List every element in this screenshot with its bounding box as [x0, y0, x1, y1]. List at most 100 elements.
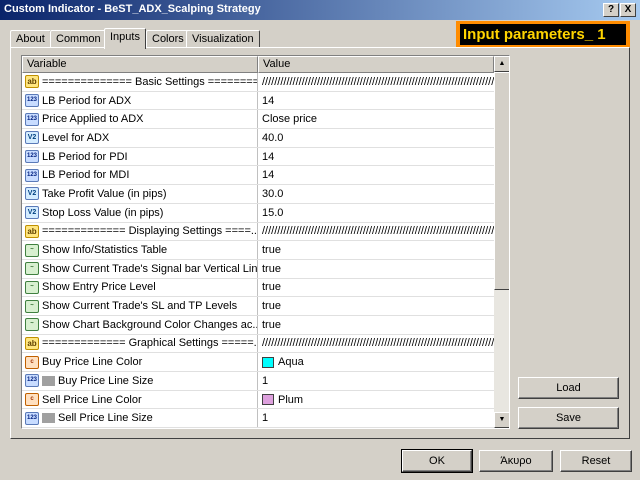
value-cell[interactable]: 14 — [258, 166, 494, 184]
variable-label: LB Period for ADX — [42, 94, 132, 107]
input-parameters-badge: Input parameters_ 1 — [456, 21, 630, 48]
value-text: ////////////////////////////////////////… — [262, 75, 494, 88]
value-cell[interactable]: 30.0 — [258, 185, 494, 203]
value-cell[interactable]: Close price — [258, 110, 494, 128]
table-row[interactable]: c Sell Price Line Color Plum — [22, 390, 494, 410]
double-type-icon: V2 — [25, 206, 39, 220]
load-button[interactable]: Load — [518, 377, 619, 399]
bool-type-icon: ~ — [25, 243, 39, 257]
string-type-icon: ab — [25, 224, 39, 238]
value-cell[interactable]: 15.0 — [258, 204, 494, 222]
variable-cell[interactable]: ~ Show Entry Price Level — [22, 278, 258, 297]
value-cell[interactable]: ////////////////////////////////////////… — [258, 335, 494, 353]
variable-cell[interactable]: 123 Price Applied to ADX — [22, 110, 258, 129]
variable-cell[interactable]: c Sell Price Line Color — [22, 390, 258, 409]
value-text: true — [262, 281, 281, 294]
value-cell[interactable]: 40.0 — [258, 129, 494, 147]
close-button[interactable]: X — [620, 3, 636, 17]
double-type-icon: V2 — [25, 187, 39, 201]
save-button[interactable]: Save — [518, 407, 619, 429]
variable-cell[interactable]: ab ============= Displaying Settings ====… — [22, 222, 258, 241]
grid-scrollbar[interactable]: ▲ ▼ — [494, 56, 509, 428]
table-row[interactable]: ~ Show Entry Price Level true — [22, 278, 494, 298]
table-row[interactable]: ~ Show Chart Background Color Changes ac.… — [22, 315, 494, 335]
variable-label: LB Period for MDI — [42, 169, 130, 182]
variable-cell[interactable]: 123 LB Period for MDI — [22, 166, 258, 185]
help-button[interactable]: ? — [603, 3, 619, 17]
value-cell[interactable]: true — [258, 316, 494, 334]
value-cell[interactable]: ////////////////////////////////////////… — [258, 73, 494, 91]
table-row[interactable]: V2 Level for ADX 40.0 — [22, 129, 494, 148]
table-row[interactable]: V2 Stop Loss Value (in pips) 15.0 — [22, 203, 494, 223]
variable-cell[interactable]: V2 Take Profit Value (in pips) — [22, 185, 258, 203]
color-swatch — [262, 394, 274, 406]
integer-type-icon: 123 — [25, 411, 39, 425]
variable-cell[interactable]: 123 LB Period for ADX — [22, 91, 258, 110]
value-text: Plum — [278, 393, 304, 406]
tab-inputs[interactable]: Inputs — [104, 28, 146, 49]
value-cell[interactable]: ////////////////////////////////////////… — [258, 223, 494, 241]
variable-label: ============= Displaying Settings ====..… — [42, 225, 258, 238]
variable-cell[interactable]: V2 Level for ADX — [22, 129, 258, 147]
scroll-thumb[interactable] — [494, 72, 509, 290]
table-row[interactable]: ab ============= Displaying Settings ====… — [22, 222, 494, 242]
variable-cell[interactable]: ab ============== Basic Settings ========… — [22, 73, 258, 91]
value-cell[interactable]: true — [258, 260, 494, 278]
table-row[interactable]: V2 Take Profit Value (in pips) 30.0 — [22, 185, 494, 204]
value-cell[interactable]: true — [258, 297, 494, 315]
table-row[interactable]: ~ Show Info/Statistics Table true — [22, 241, 494, 260]
tab-about[interactable]: About — [10, 30, 51, 48]
bool-type-icon: ~ — [25, 280, 39, 294]
table-row[interactable]: ~ Show Current Trade's SL and TP Levels tr… — [22, 297, 494, 316]
variable-cell[interactable]: ~ Show Chart Background Color Changes ac.… — [22, 315, 258, 334]
variable-cell[interactable]: 123 Sell Price Line Size — [22, 409, 258, 428]
variable-cell[interactable]: ab ============= Graphical Settings =====… — [22, 334, 258, 353]
table-row[interactable]: 123 LB Period for MDI 14 — [22, 166, 494, 186]
inputs-grid: Variable Value ab ============== Basic Se… — [21, 55, 510, 429]
table-row[interactable]: ab ============== Basic Settings ========… — [22, 73, 494, 92]
variable-cell[interactable]: 123 Buy Price Line Size — [22, 372, 258, 390]
value-cell[interactable]: true — [258, 241, 494, 259]
table-row[interactable]: 123 Sell Price Line Size 1 — [22, 409, 494, 428]
value-cell[interactable]: 1 — [258, 372, 494, 390]
value-cell[interactable]: Aqua — [258, 353, 494, 371]
tab-colors[interactable]: Colors — [146, 30, 190, 48]
variable-label: Sell Price Line Size — [58, 412, 153, 425]
variable-cell[interactable]: 123 LB Period for PDI — [22, 147, 258, 166]
header-value[interactable]: Value — [258, 56, 494, 73]
value-cell[interactable]: true — [258, 279, 494, 297]
reset-button[interactable]: Reset — [560, 450, 632, 472]
variable-cell[interactable]: ~ Show Info/Statistics Table — [22, 241, 258, 259]
table-row[interactable]: 123 Buy Price Line Size 1 — [22, 372, 494, 391]
value-text: ////////////////////////////////////////… — [262, 337, 494, 350]
bool-type-icon: ~ — [25, 262, 39, 276]
scroll-down-icon[interactable]: ▼ — [494, 412, 509, 428]
value-text: 1 — [262, 374, 269, 387]
table-row[interactable]: 123 LB Period for PDI 14 — [22, 147, 494, 167]
ok-button[interactable]: OK — [401, 449, 473, 473]
tab-common[interactable]: Common — [50, 30, 107, 48]
value-cell[interactable]: Plum — [258, 391, 494, 409]
tab-visualization[interactable]: Visualization — [186, 30, 260, 48]
value-cell[interactable]: 14 — [258, 148, 494, 166]
value-cell[interactable]: 1 — [258, 409, 494, 427]
table-row[interactable]: 123 Price Applied to ADX Close price — [22, 110, 494, 130]
variable-label: Show Current Trade's SL and TP Levels — [42, 300, 238, 313]
table-row[interactable]: 123 LB Period for ADX 14 — [22, 91, 494, 111]
value-text: 40.0 — [262, 131, 284, 144]
variable-cell[interactable]: V2 Stop Loss Value (in pips) — [22, 203, 258, 222]
header-variable[interactable]: Variable — [22, 56, 258, 73]
variable-label: Stop Loss Value (in pips) — [42, 206, 164, 219]
table-row[interactable]: ab ============= Graphical Settings =====… — [22, 334, 494, 354]
value-text: 15.0 — [262, 206, 284, 219]
variable-cell[interactable]: ~ Show Current Trade's Signal bar Vertica… — [22, 259, 258, 278]
value-cell[interactable]: 14 — [258, 92, 494, 110]
scroll-up-icon[interactable]: ▲ — [494, 56, 509, 72]
cancel-button[interactable]: Άκυρο — [479, 450, 553, 472]
variable-cell[interactable]: c Buy Price Line Color — [22, 353, 258, 371]
variable-cell[interactable]: ~ Show Current Trade's SL and TP Levels — [22, 297, 258, 315]
color-type-icon: c — [25, 393, 39, 407]
variable-label: Level for ADX — [42, 131, 110, 144]
table-row[interactable]: ~ Show Current Trade's Signal bar Vertica… — [22, 259, 494, 279]
table-row[interactable]: c Buy Price Line Color Aqua — [22, 353, 494, 372]
